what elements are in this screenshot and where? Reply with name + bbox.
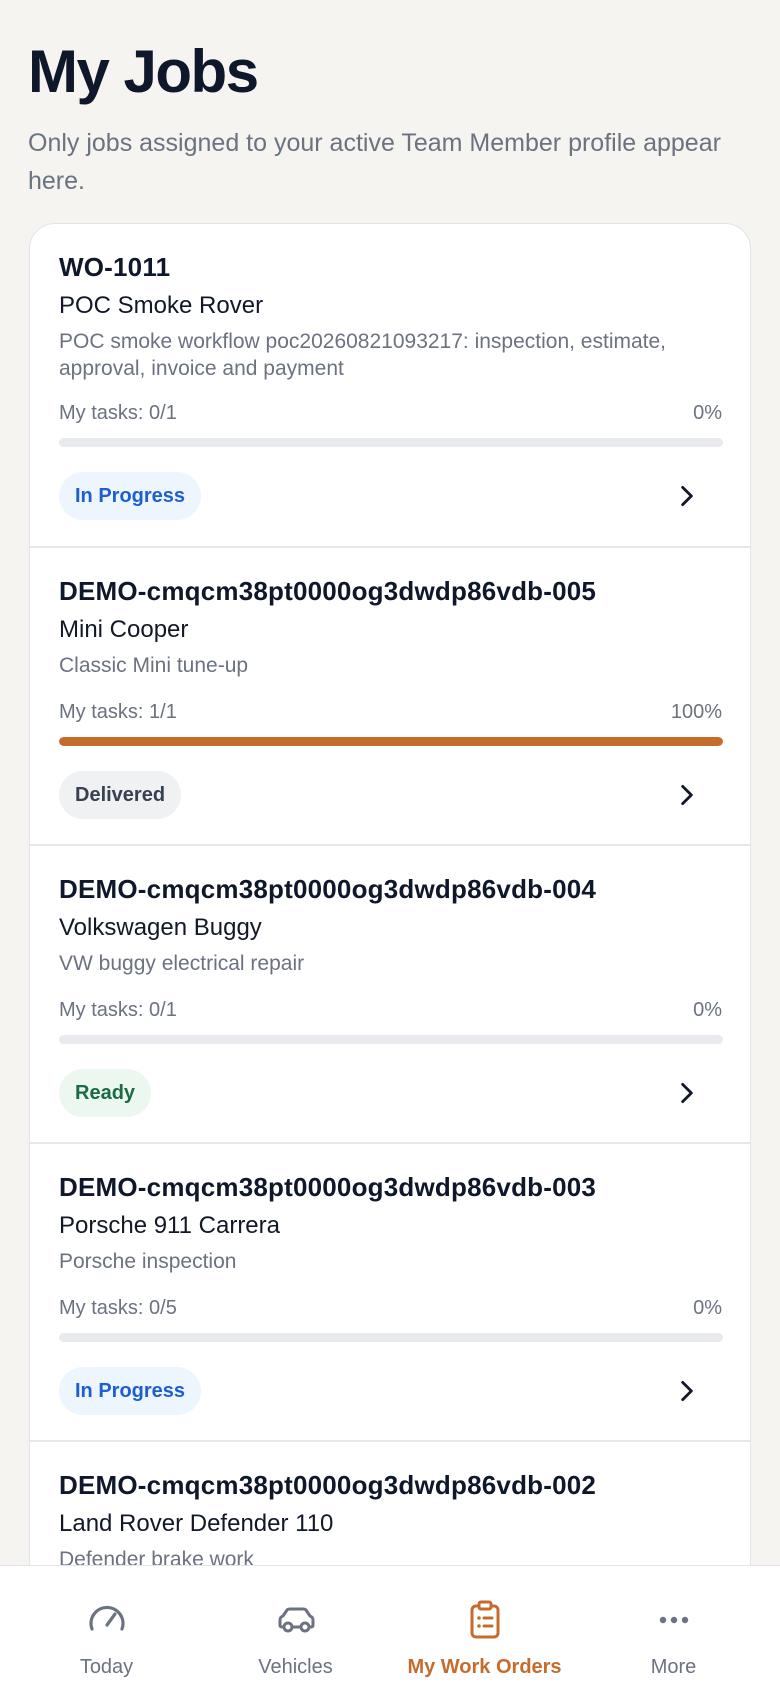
- page-subtitle: Only jobs assigned to your active Team M…: [28, 129, 721, 195]
- tab-label: Today: [79, 1656, 134, 1678]
- job-id: DEMO-cmqcm38pt0000og3dwdp86vdb-004: [59, 874, 597, 904]
- chevron-right-icon[interactable]: [674, 782, 700, 808]
- job-vehicle: Land Rover Defender 110: [59, 1510, 334, 1537]
- job-list: WO-1011 POC Smoke Rover POC smoke workfl…: [29, 223, 751, 1643]
- status-badge: Delivered: [59, 771, 182, 819]
- job-card[interactable]: DEMO-cmqcm38pt0000og3dwdp86vdb-003 Porsc…: [30, 1144, 750, 1442]
- job-description: Porsche inspection: [59, 1250, 237, 1273]
- job-task-count: My tasks: 0/5: [59, 1297, 177, 1319]
- job-description: VW buggy electrical repair: [59, 952, 305, 975]
- tab-today[interactable]: Today: [9, 1566, 204, 1688]
- tab-label: More: [650, 1656, 697, 1678]
- job-vehicle: POC Smoke Rover: [59, 292, 264, 319]
- job-description: POC smoke workflow poc20260821093217: in…: [59, 330, 667, 380]
- job-progress-percent: 0%: [693, 1297, 722, 1319]
- job-progress-bar: [59, 438, 723, 447]
- bottom-tab-bar: Today Vehicles My Work Orders More: [0, 1565, 780, 1688]
- status-badge: In Progress: [59, 472, 202, 520]
- job-task-count: My tasks: 0/1: [59, 999, 177, 1021]
- job-id: DEMO-cmqcm38pt0000og3dwdp86vdb-003: [59, 1172, 597, 1202]
- page-title: My Jobs: [28, 38, 259, 105]
- job-progress-fill: [59, 737, 723, 746]
- my-jobs-screen: My Jobs Only jobs assigned to your activ…: [0, 0, 780, 1688]
- job-progress-percent: 0%: [693, 402, 722, 424]
- job-progress-percent: 0%: [693, 999, 722, 1021]
- job-description: Classic Mini tune-up: [59, 654, 249, 677]
- tab-my-work-orders[interactable]: My Work Orders: [387, 1566, 582, 1688]
- job-vehicle: Volkswagen Buggy: [59, 914, 262, 941]
- job-progress-bar: [59, 1333, 723, 1342]
- job-progress-bar: [59, 1035, 723, 1044]
- job-progress-percent: 100%: [670, 701, 722, 723]
- tab-label: Vehicles: [258, 1656, 333, 1678]
- status-badge: Ready: [59, 1069, 152, 1117]
- job-card[interactable]: DEMO-cmqcm38pt0000og3dwdp86vdb-005 Mini …: [30, 548, 750, 846]
- gauge-icon: [88, 1605, 125, 1631]
- tab-more[interactable]: More: [576, 1566, 771, 1688]
- job-id: DEMO-cmqcm38pt0000og3dwdp86vdb-002: [59, 1470, 597, 1500]
- job-id: DEMO-cmqcm38pt0000og3dwdp86vdb-005: [59, 576, 597, 606]
- clipboard-icon: [470, 1600, 499, 1639]
- job-vehicle: Porsche 911 Carrera: [59, 1212, 280, 1239]
- job-task-count: My tasks: 1/1: [59, 701, 177, 723]
- more-icon: [659, 1616, 688, 1624]
- job-id: WO-1011: [59, 252, 171, 282]
- status-badge: In Progress: [59, 1367, 202, 1415]
- job-card[interactable]: DEMO-cmqcm38pt0000og3dwdp86vdb-004 Volks…: [30, 846, 750, 1144]
- job-vehicle: Mini Cooper: [59, 616, 189, 643]
- job-progress-bar: [59, 737, 723, 746]
- tab-label: My Work Orders: [407, 1656, 562, 1678]
- chevron-right-icon[interactable]: [674, 1080, 700, 1106]
- job-task-count: My tasks: 0/1: [59, 402, 177, 424]
- header: My Jobs Only jobs assigned to your activ…: [0, 0, 780, 200]
- chevron-right-icon[interactable]: [674, 483, 700, 509]
- chevron-right-icon[interactable]: [674, 1378, 700, 1404]
- tab-vehicles[interactable]: Vehicles: [198, 1566, 393, 1688]
- car-icon: [278, 1607, 314, 1633]
- job-card[interactable]: WO-1011 POC Smoke Rover POC smoke workfl…: [30, 224, 750, 548]
